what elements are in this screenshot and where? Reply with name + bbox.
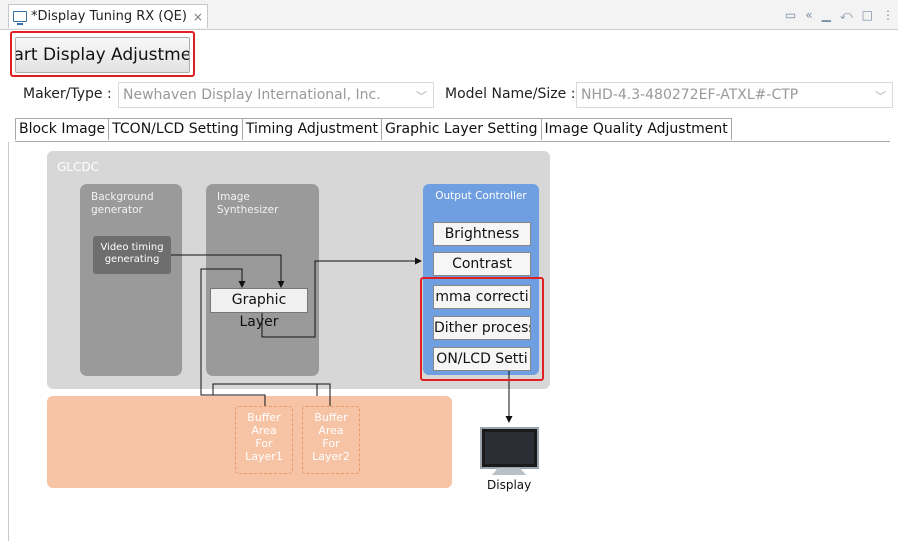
buffer2-line: [316, 383, 331, 406]
contrast-button[interactable]: Contrast: [433, 252, 531, 276]
gamma-correction-button[interactable]: mma correcti: [433, 285, 531, 309]
graphic-layer-block: Graphic Layer: [210, 288, 308, 330]
timing-arrow: [171, 254, 285, 288]
dither-process-button[interactable]: Dither process: [433, 316, 531, 340]
brightness-button[interactable]: Brightness: [433, 222, 531, 246]
display-label: Display: [487, 478, 532, 492]
tcon-lcd-setting-button[interactable]: ON/LCD Setti: [433, 347, 531, 371]
buffer-link-line: [212, 383, 317, 395]
display-icon: [480, 427, 539, 475]
